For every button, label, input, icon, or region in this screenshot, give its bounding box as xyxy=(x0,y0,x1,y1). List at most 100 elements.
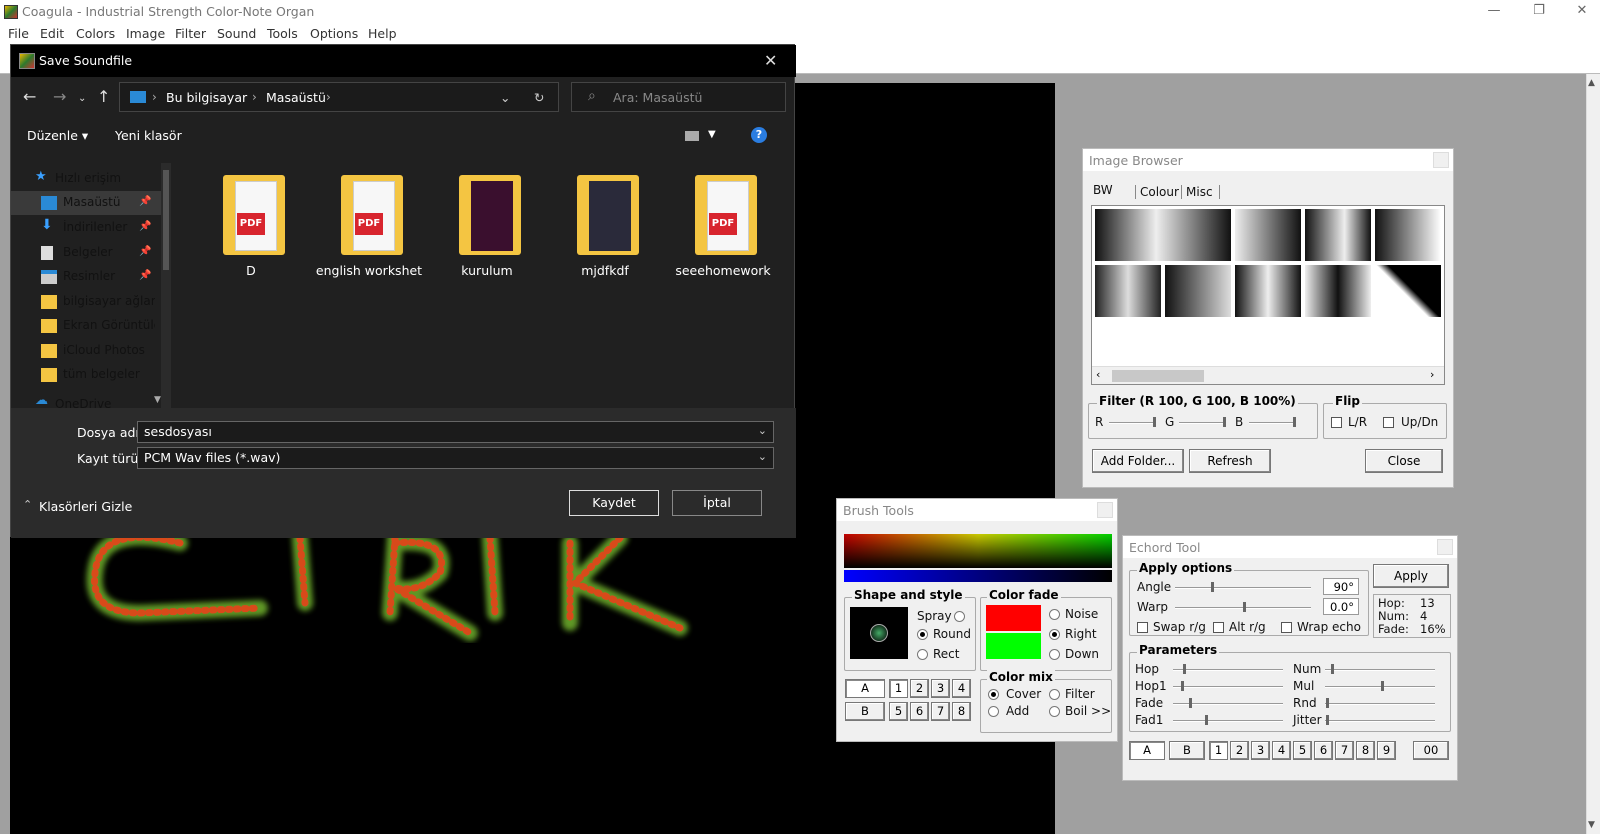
brush-slot-5-button[interactable]: 5 xyxy=(889,702,908,721)
dialog-close-icon[interactable]: ✕ xyxy=(764,51,777,70)
chevron-left-icon[interactable]: ‹ xyxy=(1096,368,1100,381)
angle-value-input[interactable]: 90° xyxy=(1323,578,1359,595)
tab-colour[interactable]: Colour xyxy=(1135,185,1179,199)
recent-locations-chevron-icon[interactable]: ⌄ xyxy=(78,93,86,104)
nav-item-folder[interactable]: Ekran Görüntüle xyxy=(11,314,161,338)
thumbnail-gradient[interactable] xyxy=(1375,265,1441,317)
menu-filter[interactable]: Filter xyxy=(175,26,206,41)
filename-input[interactable]: sesdosyası ⌄ xyxy=(137,421,774,443)
folder-tile-english-workshet[interactable]: PDF english workshet xyxy=(316,173,422,293)
save-button[interactable]: Kaydet xyxy=(569,490,659,516)
menu-help[interactable]: Help xyxy=(368,26,397,41)
breadcrumb-bu-bilgisayar[interactable]: Bu bilgisayar xyxy=(166,90,247,105)
brush-slot-3-button[interactable]: 3 xyxy=(931,679,950,698)
menu-edit[interactable]: Edit xyxy=(40,26,64,41)
tab-misc[interactable]: Misc xyxy=(1181,185,1220,199)
param-hop-slider[interactable] xyxy=(1173,669,1283,671)
up-arrow-icon[interactable]: ↑ xyxy=(97,87,110,106)
close-button[interactable]: ✕ xyxy=(1568,3,1596,21)
slider-knob[interactable] xyxy=(1183,664,1186,674)
boil-radio[interactable] xyxy=(1049,706,1060,717)
forward-arrow-icon[interactable]: → xyxy=(53,87,66,106)
echord-slot-5-button[interactable]: 5 xyxy=(1293,741,1312,760)
scroll-up-icon[interactable]: ▲ xyxy=(1588,78,1595,88)
nav-pane-scroll-thumb[interactable] xyxy=(163,170,169,270)
menu-colors[interactable]: Colors xyxy=(76,26,115,41)
fade-start-color-swatch[interactable] xyxy=(986,605,1041,631)
nav-item-folder[interactable]: iCloud Photos xyxy=(11,339,161,363)
scroll-down-icon[interactable]: ▼ xyxy=(1588,820,1595,830)
slider-knob[interactable] xyxy=(1153,417,1156,427)
image-browser-close-button[interactable]: Close xyxy=(1365,449,1443,473)
new-folder-button[interactable]: Yeni klasör xyxy=(115,128,182,143)
filter-b-slider[interactable] xyxy=(1249,422,1293,424)
thumbnail-gradient[interactable] xyxy=(1235,265,1301,317)
image-browser-close-icon[interactable] xyxy=(1433,152,1449,168)
nav-item-pictures[interactable]: Resimler 📌 xyxy=(11,265,161,289)
thumbnail-gradient[interactable] xyxy=(1305,265,1371,317)
nav-item-folder[interactable]: bilgisayar ağları xyxy=(11,290,161,314)
angle-slider[interactable] xyxy=(1175,587,1311,589)
brush-slot-1-button[interactable]: 1 xyxy=(889,679,908,698)
maximize-button[interactable]: ❐ xyxy=(1525,3,1553,21)
thumbnail-gradient[interactable] xyxy=(1165,265,1231,317)
scroll-thumb[interactable] xyxy=(1112,370,1204,382)
filter-radio[interactable] xyxy=(1049,689,1060,700)
spray-radio[interactable] xyxy=(954,611,965,622)
slider-knob[interactable] xyxy=(1189,698,1192,708)
swap-rg-checkbox[interactable] xyxy=(1137,622,1148,633)
nav-item-folder[interactable]: tüm belgeler xyxy=(11,363,161,387)
echord-slot-1-button[interactable]: 1 xyxy=(1209,741,1228,760)
menu-options[interactable]: Options xyxy=(310,26,358,41)
right-radio[interactable] xyxy=(1049,629,1060,640)
nav-item-quick-access[interactable]: ★ Hızlı erişim xyxy=(11,167,161,191)
thumbnail-gradient[interactable] xyxy=(1305,209,1371,261)
main-vertical-scrollbar[interactable] xyxy=(1586,74,1600,834)
slider-knob[interactable] xyxy=(1181,681,1184,691)
flip-lr-checkbox[interactable] xyxy=(1331,417,1342,428)
echord-slot-3-button[interactable]: 3 xyxy=(1251,741,1270,760)
folder-tile-mjdfkdf[interactable]: mjdfkdf xyxy=(555,173,655,293)
slider-knob[interactable] xyxy=(1243,602,1246,612)
menu-sound[interactable]: Sound xyxy=(217,26,256,41)
rect-radio[interactable] xyxy=(917,649,928,660)
echord-slot-8-button[interactable]: 8 xyxy=(1356,741,1375,760)
echord-slot-2-button[interactable]: 2 xyxy=(1230,741,1249,760)
menu-tools[interactable]: Tools xyxy=(267,26,298,41)
refresh-button[interactable]: Refresh xyxy=(1189,449,1271,473)
thumbnail-gradient[interactable] xyxy=(1095,209,1231,261)
slider-knob[interactable] xyxy=(1211,582,1214,592)
wrap-echo-checkbox[interactable] xyxy=(1281,622,1292,633)
nav-item-downloads[interactable]: ⬇ İndirilenler 📌 xyxy=(11,216,161,240)
filter-g-slider[interactable] xyxy=(1179,422,1223,424)
slider-knob[interactable] xyxy=(1381,681,1384,691)
nav-item-documents[interactable]: Belgeler 📌 xyxy=(11,241,161,265)
param-hop1-slider[interactable] xyxy=(1173,686,1283,688)
echord-tool-close-icon[interactable] xyxy=(1437,539,1453,555)
param-fad1-slider[interactable] xyxy=(1173,720,1283,722)
slider-knob[interactable] xyxy=(1205,715,1208,725)
alt-rg-checkbox[interactable] xyxy=(1213,622,1224,633)
thumbnail-gradient[interactable] xyxy=(1235,209,1301,261)
brush-slot-b-button[interactable]: B xyxy=(845,702,885,721)
view-options-icon[interactable] xyxy=(685,131,699,141)
chevron-down-icon[interactable]: ⌄ xyxy=(758,424,767,437)
fade-end-color-swatch[interactable] xyxy=(986,633,1041,659)
brush-slot-2-button[interactable]: 2 xyxy=(910,679,929,698)
thumbnail-hscrollbar[interactable]: ‹ › xyxy=(1092,366,1444,384)
flip-updn-checkbox[interactable] xyxy=(1383,417,1394,428)
breadcrumb-masaustu[interactable]: Masaüstü xyxy=(266,90,326,105)
address-bar[interactable]: › Bu bilgisayar › Masaüstü › ⌄ ↻ xyxy=(119,82,559,112)
echord-apply-button[interactable]: Apply xyxy=(1373,564,1449,588)
thumbnail-gradient[interactable] xyxy=(1375,209,1441,261)
add-folder-button[interactable]: Add Folder... xyxy=(1092,449,1184,473)
address-dropdown-icon[interactable]: ⌄ xyxy=(500,90,510,105)
folder-tile-d[interactable]: PDF D xyxy=(201,173,301,293)
param-rnd-slider[interactable] xyxy=(1325,703,1435,705)
nav-item-desktop[interactable]: Masaüstü 📌 xyxy=(11,191,161,215)
echord-slot-b-button[interactable]: B xyxy=(1169,741,1205,760)
brush-slot-8-button[interactable]: 8 xyxy=(952,702,971,721)
blue-channel-picker[interactable] xyxy=(844,570,1112,582)
cover-radio[interactable] xyxy=(988,689,999,700)
chevron-down-icon[interactable]: ⌄ xyxy=(758,450,767,463)
